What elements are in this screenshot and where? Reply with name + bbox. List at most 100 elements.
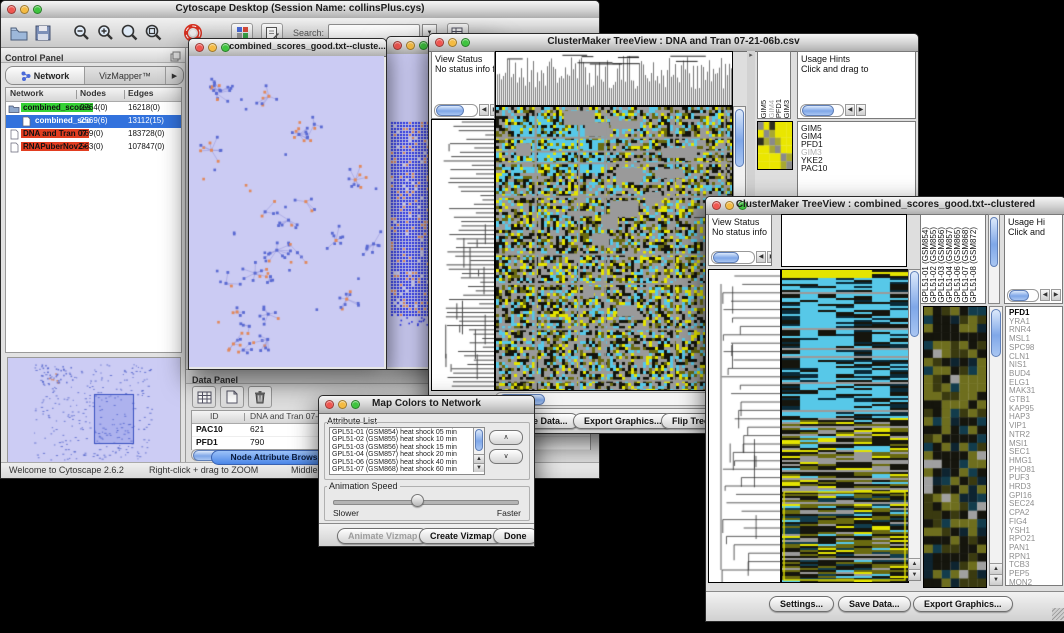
zoom-fit-button[interactable]	[141, 21, 165, 45]
birdseye-overview[interactable]	[7, 357, 181, 467]
gene-label[interactable]: HRD3	[1009, 483, 1062, 492]
tv1-usage-scrollbar[interactable]	[800, 104, 844, 117]
close-button[interactable]	[195, 43, 204, 52]
gene-label[interactable]: PUF3	[1009, 474, 1062, 483]
save-session-button[interactable]	[31, 21, 55, 45]
scroll-left-icon[interactable]: ◀	[1040, 289, 1050, 301]
tv1-heatmap[interactable]	[495, 106, 733, 391]
treeview2-titlebar[interactable]: ClusterMaker TreeView : combined_scores_…	[706, 197, 1064, 215]
dialog-titlebar[interactable]: Map Colors to Network	[319, 396, 534, 414]
gene-label[interactable]: SEC24	[1009, 500, 1062, 509]
gene-label[interactable]: GPI16	[1009, 492, 1062, 501]
tv2-zoom-heatmap[interactable]	[923, 306, 987, 588]
attribute-item[interactable]: GPL51-04 (GSM857) heat shock 20 min	[332, 451, 484, 458]
tv2-usage-scrollbar[interactable]	[1007, 289, 1039, 302]
column-label[interactable]: GPL51-08 (GSM872)	[970, 227, 978, 303]
gene-label[interactable]: NIS1	[1009, 361, 1062, 370]
gene-label[interactable]: GTB1	[1009, 396, 1062, 405]
network1-titlebar[interactable]: combined_scores_good.txt--cluste...	[189, 39, 386, 57]
tv2-column-dendrogram[interactable]	[781, 214, 907, 267]
gene-label[interactable]: SEC1	[1009, 448, 1062, 457]
col-network[interactable]: Network	[10, 88, 44, 98]
scroll-down-icon[interactable]: ▼	[990, 574, 1002, 585]
gene-label[interactable]: GIM4	[801, 132, 915, 140]
gene-label[interactable]: BUD4	[1009, 370, 1062, 379]
attribute-listbox[interactable]: GPL51-01 (GSM854) heat shock 05 minGPL51…	[329, 427, 485, 475]
button-export-graphics[interactable]: Export Graphics...	[913, 596, 1013, 612]
scroll-up-icon[interactable]: ▲	[909, 558, 920, 569]
gene-label[interactable]: CPA2	[1009, 509, 1062, 518]
attribute-list-scrollbar[interactable]: ▲▼	[473, 428, 484, 472]
gene-label[interactable]: MSL1	[1009, 335, 1062, 344]
zoom-in-button[interactable]	[93, 21, 117, 45]
scroll-left-icon[interactable]: ◀	[845, 104, 855, 116]
tv2-heatmap[interactable]	[781, 269, 909, 583]
open-session-button[interactable]	[7, 21, 31, 45]
zoom-selected-button[interactable]	[117, 21, 141, 45]
gene-label[interactable]: PFD1	[801, 140, 915, 148]
gene-label[interactable]: ELG1	[1009, 379, 1062, 388]
done-button[interactable]: Done	[493, 528, 535, 544]
scroll-up-icon[interactable]: ▲	[474, 454, 484, 463]
gene-label[interactable]: PAN1	[1009, 544, 1062, 553]
tab-network[interactable]: Network	[6, 67, 85, 84]
network-row[interactable]: combined_scores2764(0)16218(0)	[6, 102, 181, 115]
scroll-down-icon[interactable]: ▼	[909, 569, 920, 580]
gene-label[interactable]: MAK31	[1009, 387, 1062, 396]
gene-label[interactable]: PHO81	[1009, 466, 1062, 475]
tv2-row-dendrogram[interactable]	[708, 269, 781, 583]
new-attribute-button[interactable]	[220, 386, 244, 408]
gene-label[interactable]: NTR2	[1009, 431, 1062, 440]
move-down-button[interactable]: ∨	[489, 449, 523, 464]
resize-grip[interactable]	[1052, 608, 1064, 620]
gene-label[interactable]: RPN1	[1009, 553, 1062, 562]
attribute-item[interactable]: GPL51-02 (GSM855) heat shock 10 min	[332, 436, 484, 443]
zoom-out-button[interactable]	[69, 21, 93, 45]
gene-label[interactable]: HAP3	[1009, 413, 1062, 422]
network-canvas[interactable]	[189, 56, 384, 367]
col-id[interactable]: ID	[210, 411, 219, 421]
float-panel-icon[interactable]	[170, 49, 181, 67]
minimize-button[interactable]	[406, 41, 415, 50]
scroll-right-icon[interactable]: ▶	[856, 104, 866, 116]
scroll-up-icon[interactable]: ▲	[990, 563, 1002, 574]
gene-label[interactable]: YRA1	[1009, 318, 1062, 327]
attribute-select-button[interactable]	[192, 386, 216, 408]
minimize-button[interactable]	[208, 43, 217, 52]
scroll-right-icon[interactable]: ▶	[767, 251, 772, 263]
scroll-left-icon[interactable]: ◀	[756, 251, 766, 263]
move-up-button[interactable]: ∧	[489, 430, 523, 445]
attribute-item[interactable]: GPL51-03 (GSM856) heat shock 15 min	[332, 444, 484, 451]
gene-label[interactable]: MSI1	[1009, 440, 1062, 449]
gene-label[interactable]: RPO21	[1009, 535, 1062, 544]
network-row[interactable]: RNAPuberNov2+563(0)107847(0)	[6, 141, 181, 154]
main-titlebar[interactable]: Cytoscape Desktop (Session Name: collins…	[1, 1, 599, 19]
button-settings[interactable]: Settings...	[769, 596, 834, 612]
col-edges[interactable]: Edges	[128, 88, 154, 98]
gene-label[interactable]: VIP1	[1009, 422, 1062, 431]
gene-label[interactable]: GIM5	[801, 124, 915, 132]
attribute-item[interactable]: GPL51-07 (GSM868) heat shock 60 min	[332, 466, 484, 473]
gene-label[interactable]: PAC10	[801, 164, 915, 172]
column-label[interactable]: YKE2	[790, 99, 791, 118]
gene-label[interactable]: YKE2	[801, 156, 915, 164]
scroll-right-icon[interactable]: ▶	[1051, 289, 1061, 301]
button-save-data[interactable]: Save Data...	[838, 596, 911, 612]
gene-label[interactable]: KAP95	[1009, 405, 1062, 414]
tv1-status-scrollbar[interactable]	[434, 104, 478, 117]
gene-label[interactable]: TCB3	[1009, 561, 1062, 570]
col-nodes[interactable]: Nodes	[80, 88, 106, 98]
create-vizmap-button[interactable]: Create Vizmap	[419, 528, 503, 544]
gene-label[interactable]: SPC98	[1009, 344, 1062, 353]
button-export-graphics[interactable]: Export Graphics...	[573, 413, 673, 429]
gene-label[interactable]: MON2	[1009, 579, 1062, 586]
delete-attribute-button[interactable]	[248, 386, 272, 408]
tab-vizmapper[interactable]: VizMapper™	[85, 67, 166, 84]
gene-label[interactable]: YSH1	[1009, 527, 1062, 536]
tv2-status-scrollbar[interactable]	[711, 251, 755, 264]
gene-label[interactable]: FIG4	[1009, 518, 1062, 527]
gene-label[interactable]: PFD1	[1009, 309, 1062, 318]
speed-slider-thumb[interactable]	[411, 494, 424, 507]
gene-label[interactable]: RNR4	[1009, 326, 1062, 335]
gene-label[interactable]: HMG1	[1009, 457, 1062, 466]
